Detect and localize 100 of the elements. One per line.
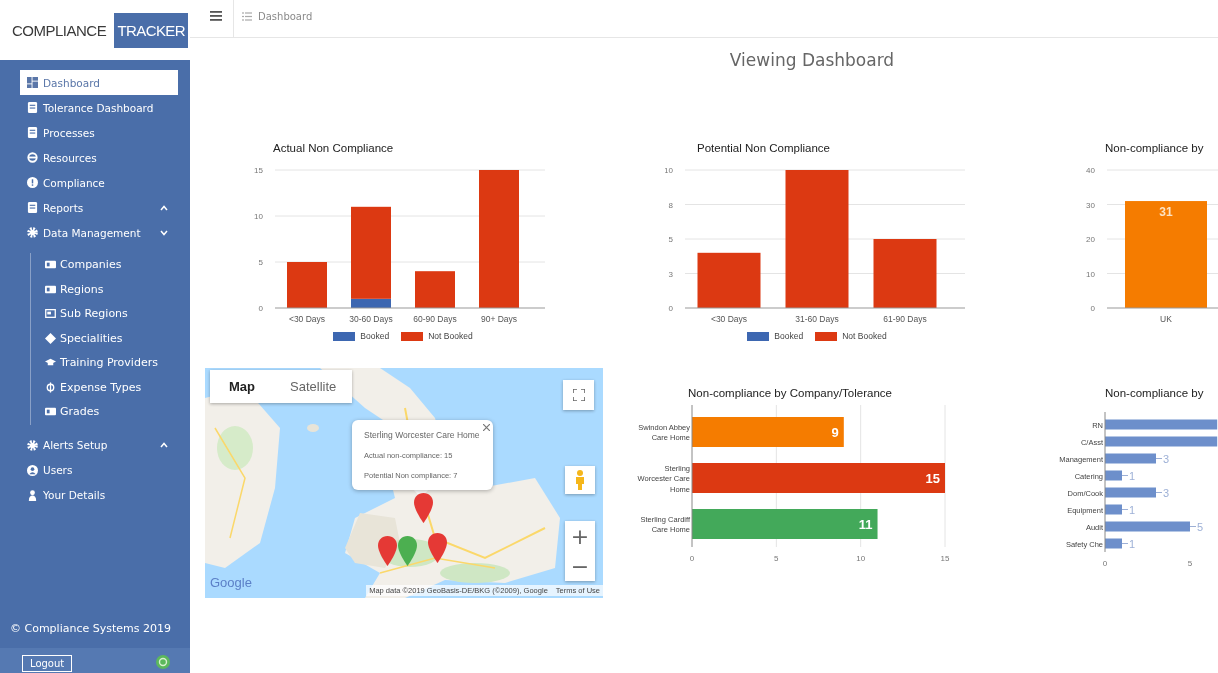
sidebar-item[interactable]: Alerts Setup — [20, 432, 178, 458]
category-label: <30 Days — [710, 314, 748, 324]
data-label: 9 — [831, 425, 839, 440]
axis-tick-label: 3 — [668, 269, 673, 279]
bar — [1105, 538, 1122, 549]
map-pin[interactable] — [378, 536, 397, 566]
axis-tick-label: 15 — [940, 554, 950, 563]
axis-tick-label: 5 — [1187, 559, 1193, 568]
circle-icon — [27, 152, 38, 163]
sidebar-item[interactable]: Resources — [20, 145, 178, 170]
bar — [1105, 504, 1122, 515]
sidebar-subitem[interactable]: Expense Types — [39, 375, 159, 400]
logout-button[interactable]: Logout — [22, 655, 73, 672]
sidebar-subitem[interactable]: Sub Regions — [39, 302, 159, 327]
axis-tick-label: 10 — [665, 166, 673, 175]
bar — [1105, 453, 1156, 464]
axis-tick-label: 8 — [668, 200, 673, 210]
axis-tick-label: 0 — [668, 304, 673, 313]
fullscreen-icon — [572, 389, 585, 401]
grid-icon — [27, 77, 38, 88]
map-type-tab[interactable]: Satellite — [274, 370, 353, 403]
menu-icon[interactable] — [210, 10, 222, 21]
category-label: 90+ Days — [480, 314, 518, 324]
legend-label: Booked — [774, 331, 804, 341]
sidebar-item[interactable]: Dashboard — [20, 70, 178, 95]
category-label: 60-90 Days — [413, 314, 457, 324]
sidebar-subitem[interactable]: Regions — [39, 277, 159, 302]
card-icon — [45, 406, 56, 417]
gear-icon — [27, 227, 38, 238]
category-label: 61-90 Days — [883, 314, 927, 324]
close-icon[interactable] — [483, 424, 490, 431]
logo-text: COMPLIANCE — [11, 21, 108, 39]
card-icon — [45, 283, 56, 295]
diamond-icon — [45, 332, 56, 344]
info-window-title: Sterling Worcester Care Home — [364, 430, 481, 440]
category-label: 31-60 Days — [795, 314, 839, 324]
map-type-tab[interactable]: Map — [210, 370, 274, 403]
sidebar-subitem[interactable]: Training Providers — [39, 351, 159, 376]
legend-label: Not Booked — [842, 331, 887, 341]
axis-tick-label: 0 — [689, 554, 695, 563]
status-icon — [156, 655, 170, 669]
axis-tick-label: 5 — [774, 554, 779, 563]
fullscreen-button[interactable] — [563, 380, 594, 410]
chart-title: Potential Non Compliance — [696, 141, 831, 156]
sidebar-item[interactable]: Users — [20, 457, 178, 483]
data-label: 3 — [1155, 486, 1170, 499]
axis-tick-label: 10 — [856, 554, 866, 563]
data-label: 1 — [1121, 503, 1136, 516]
sidebar-item[interactable]: Compliance — [20, 170, 178, 195]
bar — [1105, 487, 1156, 498]
axis-tick-label: 20 — [1086, 235, 1095, 244]
data-label: 3 — [1155, 452, 1170, 465]
data-label: 5 — [1189, 520, 1204, 533]
breadcrumb-link[interactable]: Dashboard — [258, 11, 313, 22]
logo-highlight: TRACKER — [113, 13, 188, 48]
card-icon — [45, 259, 56, 270]
user-icon — [27, 464, 38, 476]
data-label: 31 — [1159, 205, 1173, 220]
axis-tick-label: 40 — [1086, 166, 1095, 175]
bar — [415, 271, 455, 308]
sidebar-subitem[interactable]: Companies — [39, 253, 159, 278]
sidebar-item[interactable]: Data Management — [20, 220, 178, 245]
data-label: 1 — [1121, 537, 1136, 550]
chart-title: Non-compliance by — [1104, 141, 1205, 156]
document-icon — [27, 127, 38, 138]
bar — [287, 262, 327, 308]
sidebar-item[interactable]: Processes — [20, 120, 178, 145]
axis-tick-label: 10 — [254, 212, 263, 221]
document-icon — [27, 202, 38, 213]
sidebar-subitem[interactable]: Grades — [39, 400, 159, 425]
list-icon — [242, 12, 252, 21]
gear-icon — [27, 439, 38, 451]
chart-title: Actual Non Compliance — [272, 141, 395, 156]
axis-tick-label: 5 — [668, 235, 673, 244]
window-icon — [45, 308, 56, 319]
page-title: Viewing Dashboard — [728, 50, 896, 72]
user-icon — [27, 489, 38, 501]
axis-tick-label: 30 — [1086, 200, 1095, 210]
zoom-in-button[interactable]: + — [565, 521, 595, 551]
map-pin[interactable] — [414, 493, 433, 523]
copyright-text: © Compliance Systems 2019 — [9, 622, 172, 637]
chart-title: Non-compliance by Company/Tolerance — [687, 386, 893, 401]
chevron-icon — [160, 204, 168, 211]
sidebar-subitem[interactable]: Specialities — [39, 326, 159, 351]
bar — [697, 252, 761, 308]
data-label: 11 — [858, 517, 873, 532]
axis-tick-label: 10 — [1086, 269, 1095, 279]
coin-icon — [45, 381, 56, 393]
chevron-icon — [160, 229, 168, 236]
sidebar-item[interactable]: Your Details — [20, 482, 178, 508]
info-icon — [27, 177, 38, 188]
map-pin[interactable] — [428, 533, 447, 563]
axis-tick-label: 0 — [258, 304, 263, 313]
sidebar-item[interactable]: Tolerance Dashboard — [20, 95, 178, 120]
sidebar-item[interactable]: Reports — [20, 195, 178, 220]
legend-label: Not Booked — [428, 331, 473, 341]
axis-tick-label: 0 — [1090, 304, 1095, 313]
axis-tick-label: 15 — [254, 166, 263, 175]
zoom-out-button[interactable]: − — [565, 551, 595, 581]
map-pin[interactable] — [398, 536, 417, 566]
